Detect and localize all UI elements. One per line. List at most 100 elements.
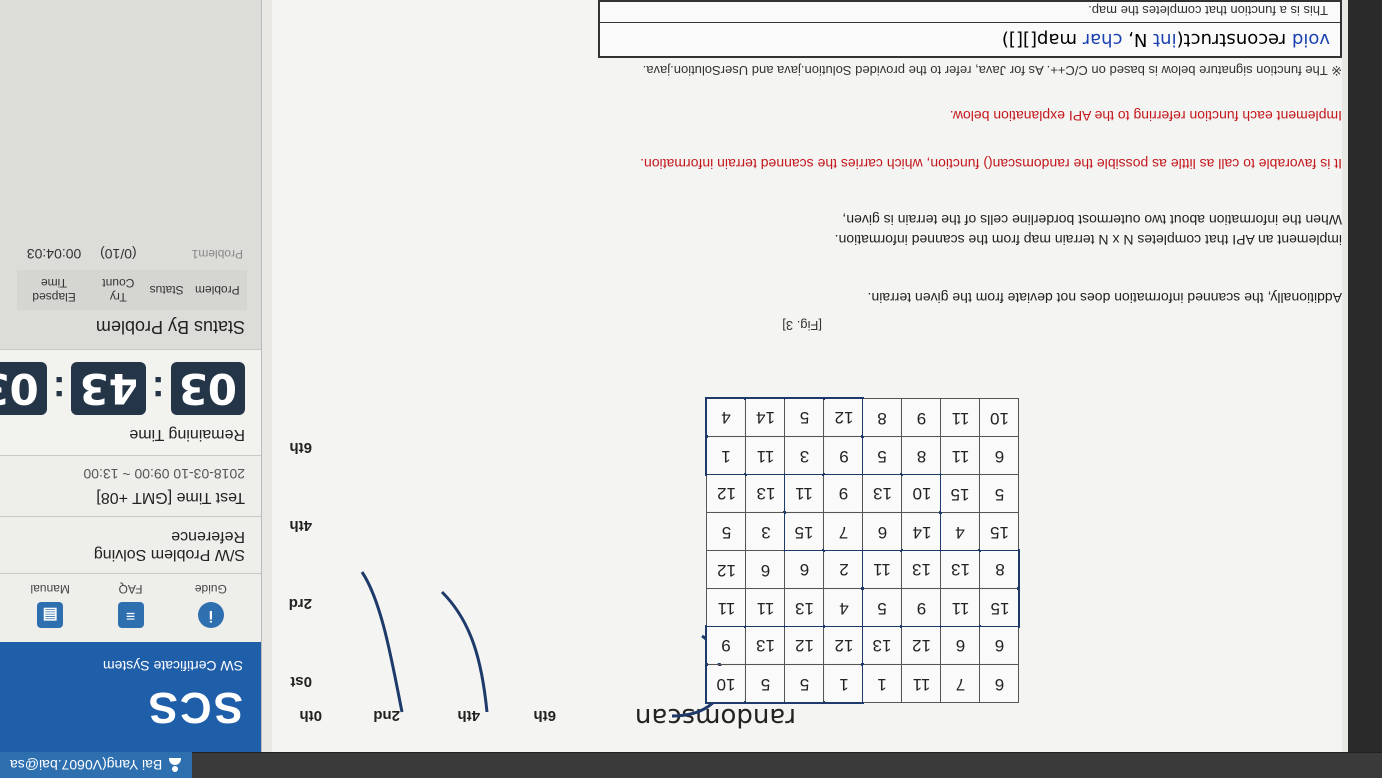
grid-cell: 4 bbox=[706, 398, 746, 437]
grid-row: 12 13 11 9 13 10 15 5 bbox=[706, 474, 1019, 513]
grid-cell: 5 bbox=[784, 664, 824, 703]
timer-colon: : bbox=[151, 368, 165, 410]
grid-cell: 15 bbox=[940, 474, 980, 513]
grid-cell: 11 bbox=[862, 550, 902, 589]
elapsed-time: 00:04:03 bbox=[26, 246, 82, 262]
remaining-time-label: Remaining Time bbox=[129, 426, 245, 443]
grid-cell: 13 bbox=[862, 474, 902, 513]
reference-link[interactable]: S/W Problem Solving Reference bbox=[0, 516, 261, 573]
terrain-grid-wrap: 4 14 5 12 8 9 11 10 1 11 3 9 5 8 11 6 12 13 11 9 13 10 15 5 5 3 15… bbox=[705, 397, 1020, 704]
grid-cell: 5 bbox=[706, 512, 746, 551]
problem-content: randomscan 0th 2nd 4th 6th 0st 2rd 4th 6… bbox=[272, 0, 1342, 752]
grid-cell: 3 bbox=[784, 436, 824, 475]
sig-name: reconstruct( bbox=[1176, 29, 1292, 50]
col-status: Status bbox=[145, 270, 188, 310]
remaining-time: Remaining Time 03 : 43 : 03 bbox=[0, 349, 261, 455]
grid-cell: 9 bbox=[823, 474, 863, 513]
text-implement-functions: Implement each function referring to the… bbox=[949, 108, 1342, 124]
try-count: (0/10) bbox=[100, 246, 137, 262]
grid-cell: 11 bbox=[745, 588, 785, 627]
countdown-timer: 03 : 43 : 03 bbox=[0, 362, 245, 415]
grid-cell: 1 bbox=[823, 664, 863, 703]
list-icon: ≡ bbox=[117, 602, 144, 628]
timer-hours: 03 bbox=[170, 362, 245, 415]
grid-cell: 4 bbox=[823, 588, 863, 627]
grid-cell: 15 bbox=[784, 512, 824, 551]
user-icon bbox=[168, 758, 182, 772]
brand-title: SCS bbox=[146, 683, 243, 732]
grid-cell: 13 bbox=[901, 550, 941, 589]
text-java-note: ※ The function signature below is based … bbox=[642, 63, 1342, 78]
grid-cell: 11 bbox=[745, 436, 785, 475]
timer-minutes: 43 bbox=[71, 362, 146, 415]
col-problem: Problem bbox=[187, 270, 247, 310]
grid-cell: 7 bbox=[940, 664, 980, 703]
brand-header[interactable]: SCS SW Certificate System bbox=[0, 642, 261, 752]
reference-label: S/W Problem Solving Reference bbox=[93, 528, 245, 563]
grid-cell: 6 bbox=[940, 626, 980, 665]
grid-cell: 12 bbox=[706, 550, 746, 589]
function-signature: void reconstruct(int N, char map[][]) bbox=[600, 22, 1340, 56]
grid-cell: 12 bbox=[901, 626, 941, 665]
grid-cell: 6 bbox=[784, 550, 824, 589]
grid-row: 12 6 6 2 11 13 13 8 bbox=[706, 550, 1019, 589]
grid-cell: 1 bbox=[706, 436, 746, 475]
grid-cell: 13 bbox=[784, 588, 824, 627]
faq-link[interactable]: ≡ FAQ bbox=[96, 582, 166, 628]
status-row[interactable]: Problem1 (0/10) 00:04:03 bbox=[17, 238, 247, 270]
grid-cell: 9 bbox=[901, 588, 941, 627]
grid-cell: 13 bbox=[745, 626, 785, 665]
guide-link[interactable]: i Guide bbox=[176, 582, 246, 628]
grid-cell: 10 bbox=[979, 398, 1019, 437]
grid-cell: 8 bbox=[862, 398, 902, 437]
text-randomscan-hint: It is favorable to call as little as pos… bbox=[640, 156, 1342, 172]
grid-cell: 6 bbox=[979, 436, 1019, 475]
grid-cell: 12 bbox=[823, 626, 863, 665]
grid-row: 4 14 5 12 8 9 11 10 bbox=[706, 398, 1019, 437]
rotated-photo-stage: Bai Yang(V0607.bai@sa SCS SW Certificate… bbox=[0, 0, 1382, 778]
grid-cell: 13 bbox=[745, 474, 785, 513]
grid-cell: 3 bbox=[745, 512, 785, 551]
sig-return-type: void bbox=[1291, 29, 1330, 50]
grid-cell: 13 bbox=[862, 626, 902, 665]
col-try: Try Count bbox=[91, 270, 146, 310]
grid-cell: 9 bbox=[706, 626, 746, 665]
book-icon: ▤ bbox=[37, 602, 64, 628]
problem-status bbox=[146, 238, 188, 270]
quick-links: i Guide ≡ FAQ ▤ Manual bbox=[0, 573, 261, 642]
grid-cell: 2 bbox=[823, 550, 863, 589]
grid-cell: 14 bbox=[745, 398, 785, 437]
grid-cell: 6 bbox=[745, 550, 785, 589]
col-elapsed: Elapsed Time bbox=[17, 270, 92, 310]
grid-cell: 11 bbox=[901, 664, 941, 703]
grid-cell: 5 bbox=[979, 474, 1019, 513]
grid-row: 9 13 12 12 13 12 6 6 bbox=[706, 626, 1019, 665]
sig-param-n: N, bbox=[1122, 29, 1154, 50]
user-menu[interactable]: Bai Yang(V0607.bai@sa bbox=[0, 752, 193, 778]
figure-label: [Fig. 3] bbox=[782, 318, 822, 333]
grid-cell: 7 bbox=[823, 512, 863, 551]
grid-row: 5 3 15 7 6 14 4 15 bbox=[706, 512, 1019, 551]
grid-cell: 1 bbox=[862, 664, 902, 703]
guide-label: Guide bbox=[194, 582, 227, 596]
manual-link[interactable]: ▤ Manual bbox=[15, 582, 85, 628]
scan-arrows bbox=[360, 571, 724, 718]
grid-cell: 14 bbox=[901, 512, 941, 551]
grid-cell: 5 bbox=[862, 588, 902, 627]
user-name: Bai Yang(V0607.bai@sa bbox=[10, 757, 163, 773]
grid-cell: 6 bbox=[862, 512, 902, 551]
sig-type-int: int bbox=[1153, 29, 1177, 50]
grid-cell: 8 bbox=[979, 550, 1019, 589]
text-borderline: When the information about two outermost… bbox=[842, 212, 1342, 228]
test-time-label: Test Time [GMT +08] bbox=[96, 489, 245, 506]
function-description: This is a function that completes the ma… bbox=[1088, 3, 1328, 18]
problem-name[interactable]: Problem1 bbox=[188, 238, 247, 270]
test-time-value: 2018-03-10 09:00 ~ 13:00 bbox=[83, 466, 245, 482]
grid-cell: 5 bbox=[784, 398, 824, 437]
text-implement-api: implement an API that completes N x N te… bbox=[834, 232, 1342, 248]
grid-cell: 12 bbox=[706, 474, 746, 513]
grid-cell: 6 bbox=[979, 664, 1019, 703]
grid-row: 10 5 5 1 1 11 7 6 bbox=[706, 664, 1019, 703]
grid-cell: 8 bbox=[901, 436, 941, 475]
manual-label: Manual bbox=[30, 582, 70, 596]
